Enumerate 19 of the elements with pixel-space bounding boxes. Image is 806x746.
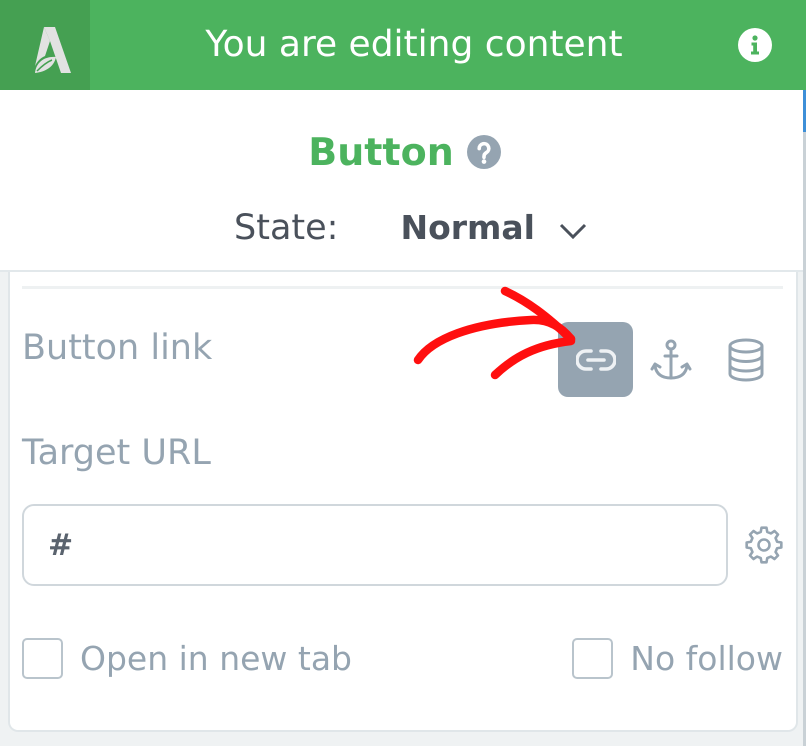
database-icon — [726, 338, 764, 382]
help-icon[interactable] — [466, 135, 501, 169]
checkbox-label: Open in new tab — [80, 638, 352, 679]
checkbox[interactable] — [572, 638, 614, 679]
checkbox[interactable] — [22, 638, 63, 679]
link-icon — [576, 346, 616, 372]
header-title: You are editing content — [205, 23, 623, 67]
checkbox-label: No follow — [630, 638, 783, 679]
button-link-label: Button link — [22, 327, 212, 370]
settings-icon[interactable] — [745, 526, 783, 564]
state-dropdown[interactable]: Normal — [400, 206, 587, 250]
element-title: Button — [308, 129, 454, 175]
info-icon[interactable] — [738, 28, 772, 62]
url-input[interactable]: # — [22, 504, 728, 586]
chevron-down-icon — [558, 223, 587, 239]
target-url-label: Target URL — [22, 432, 211, 475]
state-label: State: — [234, 207, 338, 250]
anchor-icon — [650, 338, 692, 380]
link-type-button[interactable] — [558, 322, 633, 397]
